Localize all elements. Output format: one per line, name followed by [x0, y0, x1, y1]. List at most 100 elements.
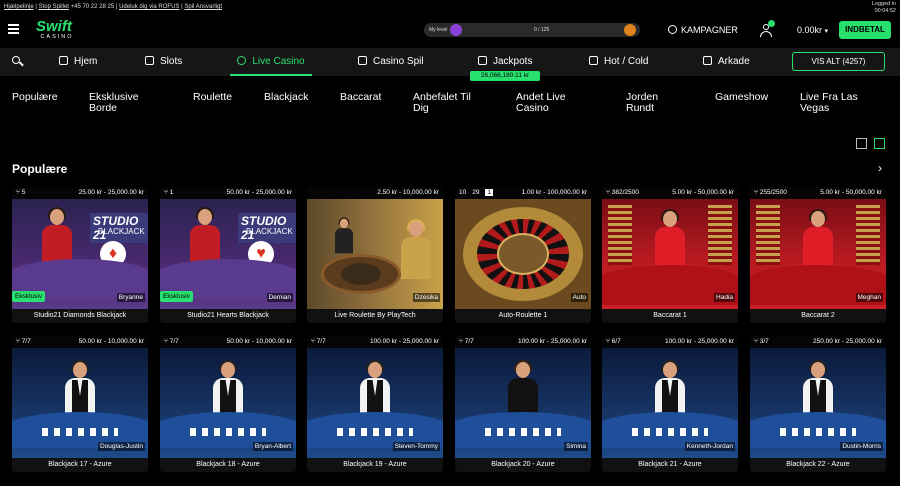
nav-label: Jackpots — [493, 56, 533, 67]
seat-icon: ⑂ — [16, 338, 20, 345]
category-eksklusive[interactable]: Eksklusive Borde — [89, 92, 159, 114]
game-tile[interactable]: ⑂ 7/7 50.00 kr - 10,000.00 kr Bryan-Albert… — [160, 336, 296, 472]
nav-live-casino[interactable]: Live Casino — [230, 48, 312, 76]
grid-view-icon[interactable] — [874, 138, 885, 149]
category-anbefalet[interactable]: Anbefalet Til Dig — [413, 92, 488, 114]
seats-indicator: ⑂ 382/2500 — [606, 189, 639, 196]
campaigns-icon — [668, 25, 677, 34]
deposit-button[interactable]: INDBETAL — [839, 21, 891, 39]
category-andet[interactable]: Andet Live Casino — [516, 92, 586, 114]
game-title: Blackjack 22 - Azure — [750, 458, 886, 472]
seats-count: 6/7 — [611, 338, 621, 345]
seats-count: 3/7 — [759, 338, 769, 345]
responsible-link[interactable]: Spil Ansvarligt — [184, 4, 222, 10]
game-title: Blackjack 19 - Azure — [307, 458, 443, 472]
search-icon[interactable] — [12, 56, 24, 67]
dealer-name: Meghan — [855, 293, 883, 302]
game-title: Auto-Roulette 1 — [455, 309, 591, 323]
nav-hjem[interactable]: Hjem — [59, 48, 97, 76]
game-title: Baccarat 1 — [602, 309, 738, 323]
level-bar[interactable]: My level 0 / 125 — [424, 23, 640, 37]
bet-limits: 25.00 kr - 25,000.00 kr — [78, 189, 144, 196]
game-title: Blackjack 20 - Azure — [455, 458, 591, 472]
bet-limits: 5.00 kr - 50,000.00 kr — [820, 189, 882, 196]
category-gameshow[interactable]: Gameshow — [715, 92, 768, 103]
bet-limits: 50.00 kr - 25,000.00 kr — [226, 189, 292, 196]
menu-icon[interactable] — [8, 24, 19, 34]
bet-limits: 100.00 kr - 25,000.00 kr — [517, 338, 587, 345]
level-badge-icon — [450, 24, 462, 36]
category-las-vegas[interactable]: Live Fra Las Vegas — [800, 92, 875, 114]
balance-dropdown[interactable]: 0.00kr ▾ — [797, 25, 828, 35]
jackpot-amount: 26,066,180.11 kr — [470, 71, 540, 81]
recent-number: 10 — [459, 189, 467, 196]
reward-chest-icon — [624, 24, 636, 36]
seats-count: 255/2500 — [759, 189, 787, 196]
chevron-down-icon: ▾ — [824, 28, 829, 35]
user-icon[interactable] — [760, 20, 775, 37]
rofus-link[interactable]: Udeluk dig via ROFUS — [119, 4, 179, 10]
nav-label: Hjem — [74, 56, 98, 67]
seats-indicator: ⑂ 7/7 — [311, 338, 326, 345]
bet-limits: 1.00 kr - 100,000.00 kr — [521, 189, 587, 196]
dealer-name: Dzesika — [412, 293, 440, 302]
dealer-name: Simina — [564, 442, 588, 451]
category-blackjack[interactable]: Blackjack — [264, 92, 308, 103]
slots-icon — [145, 56, 154, 65]
game-tile[interactable]: 10 29 1 1.00 kr - 100,000.00 kr Auto Auto-Rou… — [455, 187, 591, 323]
game-tile[interactable]: 2.50 kr - 10,000.00 kr Dzesika Live Roulet… — [307, 187, 443, 323]
nav-casino-spil[interactable]: Casino Spil — [358, 48, 424, 76]
seat-icon: ⑂ — [606, 338, 610, 345]
info-links: Hjælpelinje | Stop Spillet +45 70 22 28 … — [4, 4, 223, 10]
joystick-icon — [703, 56, 712, 65]
game-meta: ⑂ 7/7 50.00 kr - 10,000.00 kr — [12, 336, 148, 348]
game-tile[interactable]: ⑂ 255/2500 5.00 kr - 50,000.00 kr Meghan Ba… — [750, 187, 886, 323]
nav-label: Live Casino — [252, 56, 305, 67]
chevron-right-icon[interactable]: › — [878, 161, 882, 175]
bet-limits: 50.00 kr - 10,000.00 kr — [226, 338, 292, 345]
logo-word: Swift — [36, 18, 72, 35]
game-tile[interactable]: ⑂ 7/7 100.00 kr - 25,000.00 kr Simina Black… — [455, 336, 591, 472]
nav-label: Casino Spil — [373, 56, 424, 67]
nav-hot-cold[interactable]: Hot / Cold — [589, 48, 648, 76]
game-meta: ⑂ 7/7 50.00 kr - 10,000.00 kr — [160, 336, 296, 348]
seat-icon: ⑂ — [754, 338, 758, 345]
seats-count: 7/7 — [21, 338, 31, 345]
jackpot-icon — [478, 56, 487, 65]
exclusive-badge: Eksklusiv — [12, 291, 46, 302]
game-tile[interactable]: STUDIO 21 BLACKJACK ♦ ⑂ 5 25.00 kr - 25,000.… — [12, 187, 148, 323]
stop-link[interactable]: Stop Spillet — [39, 4, 69, 10]
seats-indicator: ⑂ 1 — [164, 189, 173, 196]
category-populaere[interactable]: Populære — [12, 92, 58, 103]
game-tile[interactable]: ⑂ 7/7 100.00 kr - 25,000.00 kr Steven-Tomm… — [307, 336, 443, 472]
seats-indicator: ⑂ 3/7 — [754, 338, 769, 345]
campaigns-label: KAMPAGNER — [681, 25, 738, 35]
help-link[interactable]: Hjælpelinje — [4, 4, 34, 10]
dealer-name: Demian — [266, 293, 293, 302]
seats-indicator: ⑂ 7/7 — [16, 338, 31, 345]
seat-icon: ⑂ — [754, 189, 758, 196]
game-tile[interactable]: ⑂ 3/7 250.00 kr - 25,000.00 kr Dustin-Morr… — [750, 336, 886, 472]
game-title: Studio21 Hearts Blackjack — [160, 309, 296, 323]
nav-arkade[interactable]: Arkade — [703, 48, 750, 76]
category-roulette[interactable]: Roulette — [193, 92, 232, 103]
campaigns-button[interactable]: KAMPAGNER — [668, 25, 738, 35]
game-title: Blackjack 17 - Azure — [12, 458, 148, 472]
view-all-button[interactable]: VIS ALT (4257) — [792, 52, 885, 71]
dealer-name: Dustin-Morris — [840, 442, 883, 451]
seats-indicator: ⑂ 6/7 — [606, 338, 621, 345]
nav-slots[interactable]: Slots — [145, 48, 182, 76]
game-tile[interactable]: ⑂ 6/7 100.00 kr - 25,000.00 kr Kenneth-Jor… — [602, 336, 738, 472]
game-title: Live Roulette By PlayTech — [307, 309, 443, 323]
section-title: Populære — [12, 162, 68, 176]
seat-icon: ⑂ — [16, 189, 20, 196]
bet-limits: 100.00 kr - 25,000.00 kr — [369, 338, 439, 345]
cards-icon — [358, 56, 367, 65]
category-baccarat[interactable]: Baccarat — [340, 92, 381, 103]
game-tile[interactable]: ⑂ 382/2500 5.00 kr - 50,000.00 kr Hadia Bac… — [602, 187, 738, 323]
category-jorden-rundt[interactable]: Jorden Rundt — [626, 92, 676, 114]
game-tile[interactable]: ⑂ 7/7 50.00 kr - 10,000.00 kr Douglas-Just… — [12, 336, 148, 472]
logo[interactable]: Swift CASINO — [36, 19, 76, 41]
list-view-icon[interactable] — [856, 138, 867, 149]
game-tile[interactable]: STUDIO 21 BLACKJACK ♥ ⑂ 1 50.00 kr - 25,000.… — [160, 187, 296, 323]
